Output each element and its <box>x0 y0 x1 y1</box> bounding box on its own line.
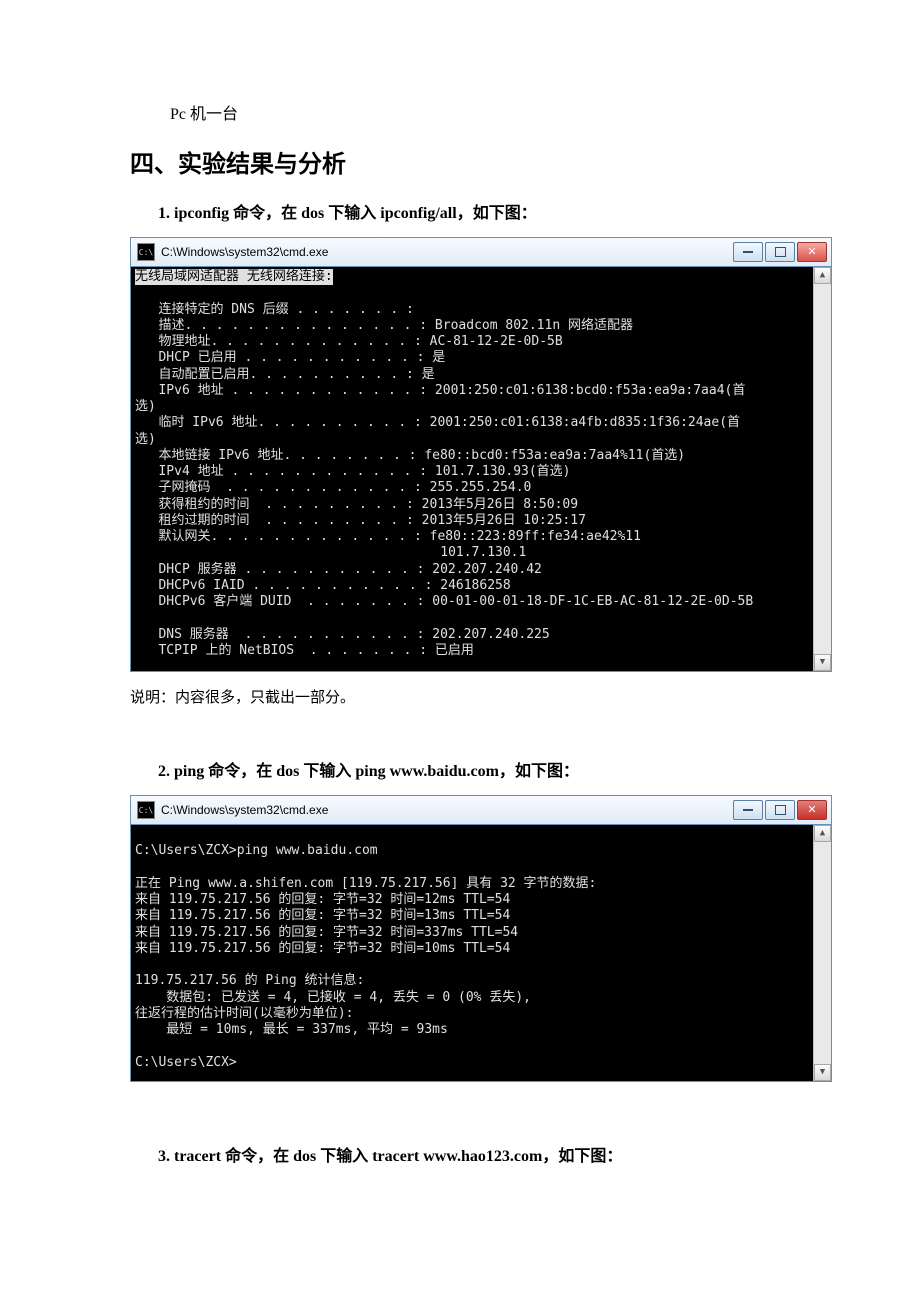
console-output: ▲ ▼ C:\Users\ZCX>ping www.baidu.com 正在 P… <box>131 825 831 1081</box>
scroll-down-icon[interactable]: ▼ <box>814 1064 831 1081</box>
close-button[interactable]: ✕ <box>797 800 827 820</box>
cmd-icon: C:\ <box>137 243 155 261</box>
scroll-up-icon[interactable]: ▲ <box>814 825 831 842</box>
adapter-heading: 无线局域网适配器 无线网络连接: <box>135 269 333 285</box>
cmd-window-ping: C:\ C:\Windows\system32\cmd.exe ✕ ▲ ▼ C:… <box>130 795 832 1082</box>
step-1-label: 1. ipconfig 命令，在 dos 下输入 ipconfig/all，如下… <box>158 199 790 223</box>
scrollbar[interactable]: ▲ ▼ <box>813 267 831 671</box>
caption-1: 说明：内容很多，只截出一部分。 <box>130 686 790 707</box>
scroll-up-icon[interactable]: ▲ <box>814 267 831 284</box>
minimize-button[interactable] <box>733 242 763 262</box>
window-title: C:\Windows\system32\cmd.exe <box>161 245 733 259</box>
scroll-down-icon[interactable]: ▼ <box>814 654 831 671</box>
maximize-button[interactable] <box>765 242 795 262</box>
step-3-label: 3. tracert 命令，在 dos 下输入 tracert www.hao1… <box>158 1142 790 1166</box>
scrollbar[interactable]: ▲ ▼ <box>813 825 831 1081</box>
window-title: C:\Windows\system32\cmd.exe <box>161 803 733 817</box>
maximize-button[interactable] <box>765 800 795 820</box>
step-2-label: 2. ping 命令，在 dos 下输入 ping www.baidu.com，… <box>158 757 790 781</box>
titlebar: C:\ C:\Windows\system32\cmd.exe ✕ <box>131 796 831 825</box>
titlebar: C:\ C:\Windows\system32\cmd.exe ✕ <box>131 238 831 267</box>
section-heading: 四、实验结果与分析 <box>130 144 790 179</box>
intro-line: Pc 机一台 <box>170 100 790 124</box>
cmd-icon: C:\ <box>137 801 155 819</box>
close-button[interactable]: ✕ <box>797 242 827 262</box>
minimize-button[interactable] <box>733 800 763 820</box>
cmd-window-ipconfig: C:\ C:\Windows\system32\cmd.exe ✕ ▲ ▼ 无线… <box>130 237 832 672</box>
console-output: ▲ ▼ 无线局域网适配器 无线网络连接: 连接特定的 DNS 后缀 . . . … <box>131 267 831 671</box>
